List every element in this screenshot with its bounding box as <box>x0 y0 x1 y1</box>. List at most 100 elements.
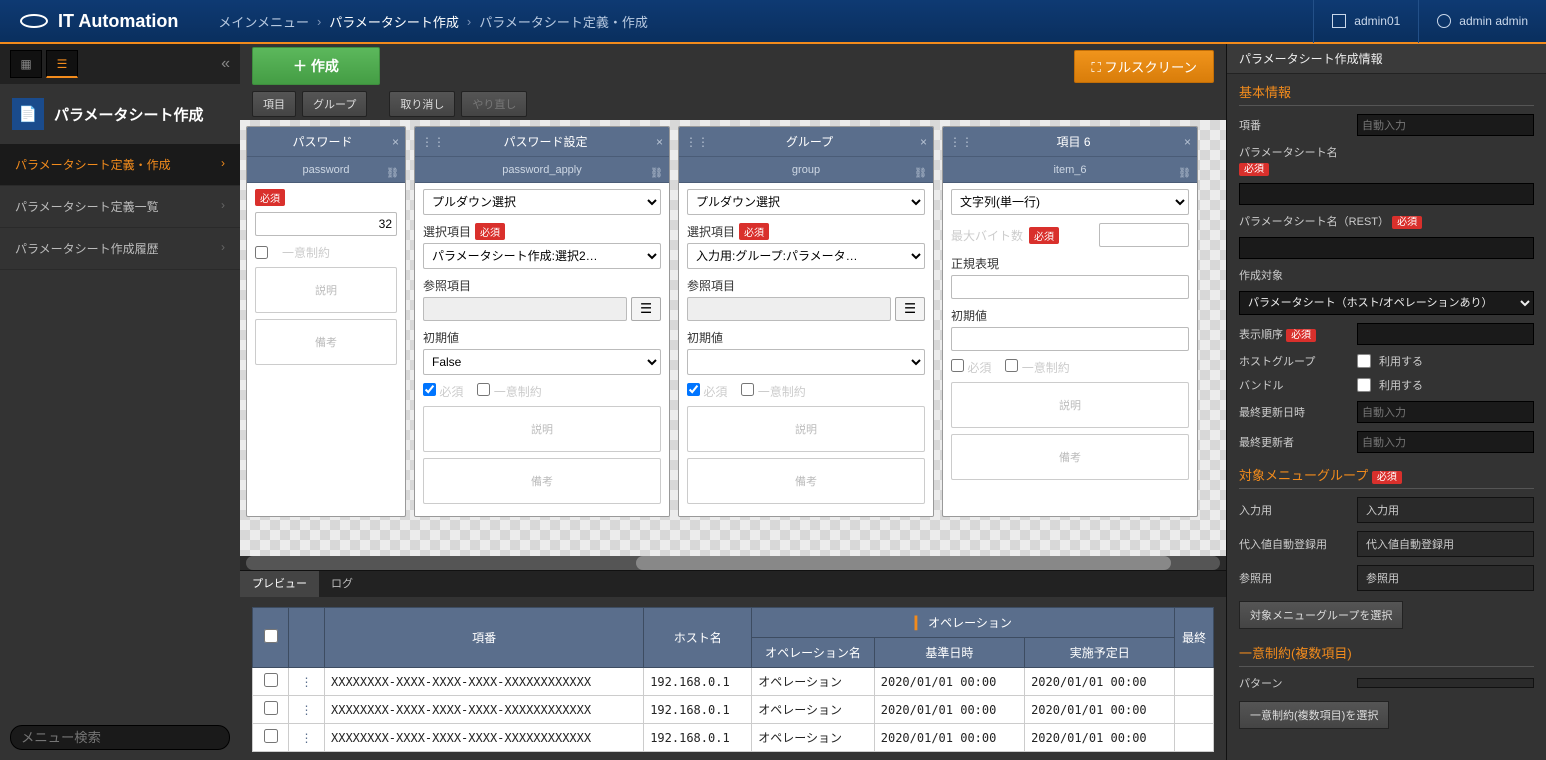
select-item-select[interactable]: パラメータシート作成:選択2… <box>423 243 661 269</box>
workspace: ＋ 作成 ⛶ フルスクリーン 項目 グループ 取り消し やり直し パスワード × <box>240 44 1226 760</box>
breadcrumb-item[interactable]: パラメータシート作成 <box>329 12 459 31</box>
prop-updated-input <box>1357 401 1534 423</box>
init-select[interactable]: False <box>423 349 661 375</box>
required-badge: 必須 <box>1372 471 1402 484</box>
bundle-checkbox[interactable] <box>1357 378 1371 392</box>
tab-log[interactable]: ログ <box>319 571 365 597</box>
column-name: password_apply <box>502 164 582 176</box>
type-select[interactable]: プルダウン選択 <box>423 189 661 215</box>
type-select[interactable]: プルダウン選択 <box>687 189 925 215</box>
redo-button[interactable]: やり直し <box>461 91 527 117</box>
sidebar-item-history[interactable]: パラメータシート作成履歴 › <box>0 228 240 270</box>
list-view-icon[interactable]: ☰ <box>46 50 78 78</box>
row-checkbox[interactable] <box>264 673 278 687</box>
table-row: ⋮ XXXXXXXX-XXXX-XXXX-XXXX-XXXXXXXXXXXX 1… <box>253 668 1214 696</box>
unique-checkbox[interactable] <box>1005 359 1018 372</box>
tenant-button[interactable]: admin01 <box>1313 0 1418 43</box>
required-checkbox[interactable] <box>423 383 436 396</box>
close-icon[interactable]: × <box>656 135 663 149</box>
note-area[interactable]: 備考 <box>951 434 1189 480</box>
hostgroup-checkbox[interactable] <box>1357 354 1371 368</box>
required-checkbox[interactable] <box>687 383 700 396</box>
link-icon[interactable]: ⛓ <box>1178 161 1191 187</box>
note-area[interactable]: 備考 <box>687 458 925 504</box>
user-button[interactable]: admin admin <box>1418 0 1546 43</box>
column-group: ⋮⋮ グループ × group⛓ プルダウン選択 選択項目必須 入力用:グループ… <box>678 126 934 517</box>
close-icon[interactable]: × <box>1184 135 1191 149</box>
group-button[interactable]: グループ <box>302 91 367 117</box>
breadcrumb-item[interactable]: メインメニュー <box>218 12 309 31</box>
init-input[interactable] <box>951 327 1189 351</box>
tenant-icon <box>1332 14 1346 28</box>
item-button[interactable]: 項目 <box>252 91 296 117</box>
close-icon[interactable]: × <box>392 135 399 149</box>
prop-pattern-label: パターン <box>1239 675 1349 691</box>
prop-sheetrest-input[interactable] <box>1239 237 1534 259</box>
drag-handle-icon[interactable]: ⋮⋮ <box>949 135 963 149</box>
row-menu[interactable]: ⋮ <box>289 724 325 752</box>
prop-sheetname-input[interactable] <box>1239 183 1534 205</box>
note-area[interactable]: 備考 <box>423 458 661 504</box>
cell-host: 192.168.0.1 <box>644 696 752 724</box>
collapse-icon[interactable]: « <box>221 55 230 73</box>
tab-preview[interactable]: プレビュー <box>240 571 319 597</box>
drag-handle-icon[interactable]: ⋮⋮ <box>685 135 699 149</box>
prop-order-input[interactable] <box>1357 323 1534 345</box>
ref-label: 参照項目 <box>687 277 925 294</box>
menu-search-input[interactable] <box>10 725 230 750</box>
link-icon[interactable]: ⛓ <box>650 161 663 187</box>
unique-checkbox[interactable] <box>741 383 754 396</box>
close-icon[interactable]: × <box>920 135 927 149</box>
link-icon[interactable]: ⛓ <box>914 161 927 187</box>
sidebar-item-define[interactable]: パラメータシート定義・作成 › <box>0 144 240 186</box>
section-basic: 基本情報 <box>1227 74 1546 110</box>
cell-base: 2020/01/01 00:00 <box>874 696 1024 724</box>
desc-area[interactable]: 説明 <box>255 267 397 313</box>
select-item-select[interactable]: 入力用:グループ:パラメータ… <box>687 243 925 269</box>
row-checkbox[interactable] <box>264 701 278 715</box>
prop-no-label: 項番 <box>1239 117 1349 133</box>
desc-area[interactable]: 説明 <box>423 406 661 452</box>
ref-list-button[interactable]: ☰ <box>631 297 661 321</box>
grid-view-icon[interactable]: ▦ <box>10 50 42 78</box>
select-unique-button[interactable]: 一意制約(複数項目)を選択 <box>1239 701 1389 729</box>
ref-list-button[interactable]: ☰ <box>895 297 925 321</box>
row-menu[interactable]: ⋮ <box>289 668 325 696</box>
use-label: 利用する <box>1379 353 1423 369</box>
prop-input-label: 入力用 <box>1239 502 1349 518</box>
column-item-6: ⋮⋮ 項目 6 × item_6⛓ 文字列(単一行) 最大バイト数 必須 <box>942 126 1198 517</box>
type-select[interactable]: 文字列(単一行) <box>951 189 1189 215</box>
fullscreen-button[interactable]: ⛶ フルスクリーン <box>1074 50 1214 83</box>
select-menugroup-button[interactable]: 対象メニューグループを選択 <box>1239 601 1403 629</box>
preview-panel: プレビュー ログ ⋮ 項番 ホスト名 ▎オペレーション 最終 <box>240 570 1226 760</box>
regex-input[interactable] <box>951 275 1189 299</box>
row-menu-header[interactable]: ⋮ <box>289 608 325 668</box>
init-select[interactable] <box>687 349 925 375</box>
user-label: admin admin <box>1459 14 1528 28</box>
undo-button[interactable]: 取り消し <box>389 91 455 117</box>
ref-input <box>687 297 891 321</box>
user-icon <box>1437 14 1451 28</box>
unique-checkbox[interactable] <box>255 246 268 259</box>
row-checkbox[interactable] <box>264 729 278 743</box>
breadcrumb: メインメニュー › パラメータシート作成 › パラメータシート定義・作成 <box>198 12 1313 31</box>
drag-handle-icon[interactable]: ⋮⋮ <box>421 135 435 149</box>
create-button[interactable]: ＋ 作成 <box>252 47 380 85</box>
h-scrollbar[interactable] <box>246 556 1220 570</box>
unique-checkbox[interactable] <box>477 383 490 396</box>
select-all-checkbox[interactable] <box>264 629 278 643</box>
cell-last <box>1175 724 1214 752</box>
desc-area[interactable]: 説明 <box>687 406 925 452</box>
desc-area[interactable]: 説明 <box>951 382 1189 428</box>
sidebar-item-list[interactable]: パラメータシート定義一覧 › <box>0 186 240 228</box>
link-icon[interactable]: ⛓ <box>386 161 399 187</box>
columns-canvas[interactable]: パスワード × password ⛓ 必須 一意制約 <box>240 120 1226 556</box>
cell-base: 2020/01/01 00:00 <box>874 724 1024 752</box>
required-checkbox[interactable] <box>951 359 964 372</box>
column-title: パスワード設定 <box>435 133 656 150</box>
row-menu[interactable]: ⋮ <box>289 696 325 724</box>
maxbytes-input[interactable] <box>255 212 397 236</box>
maxbytes-input[interactable] <box>1099 223 1189 247</box>
note-area[interactable]: 備考 <box>255 319 397 365</box>
prop-target-select[interactable]: パラメータシート（ホスト/オペレーションあり） <box>1239 291 1534 315</box>
